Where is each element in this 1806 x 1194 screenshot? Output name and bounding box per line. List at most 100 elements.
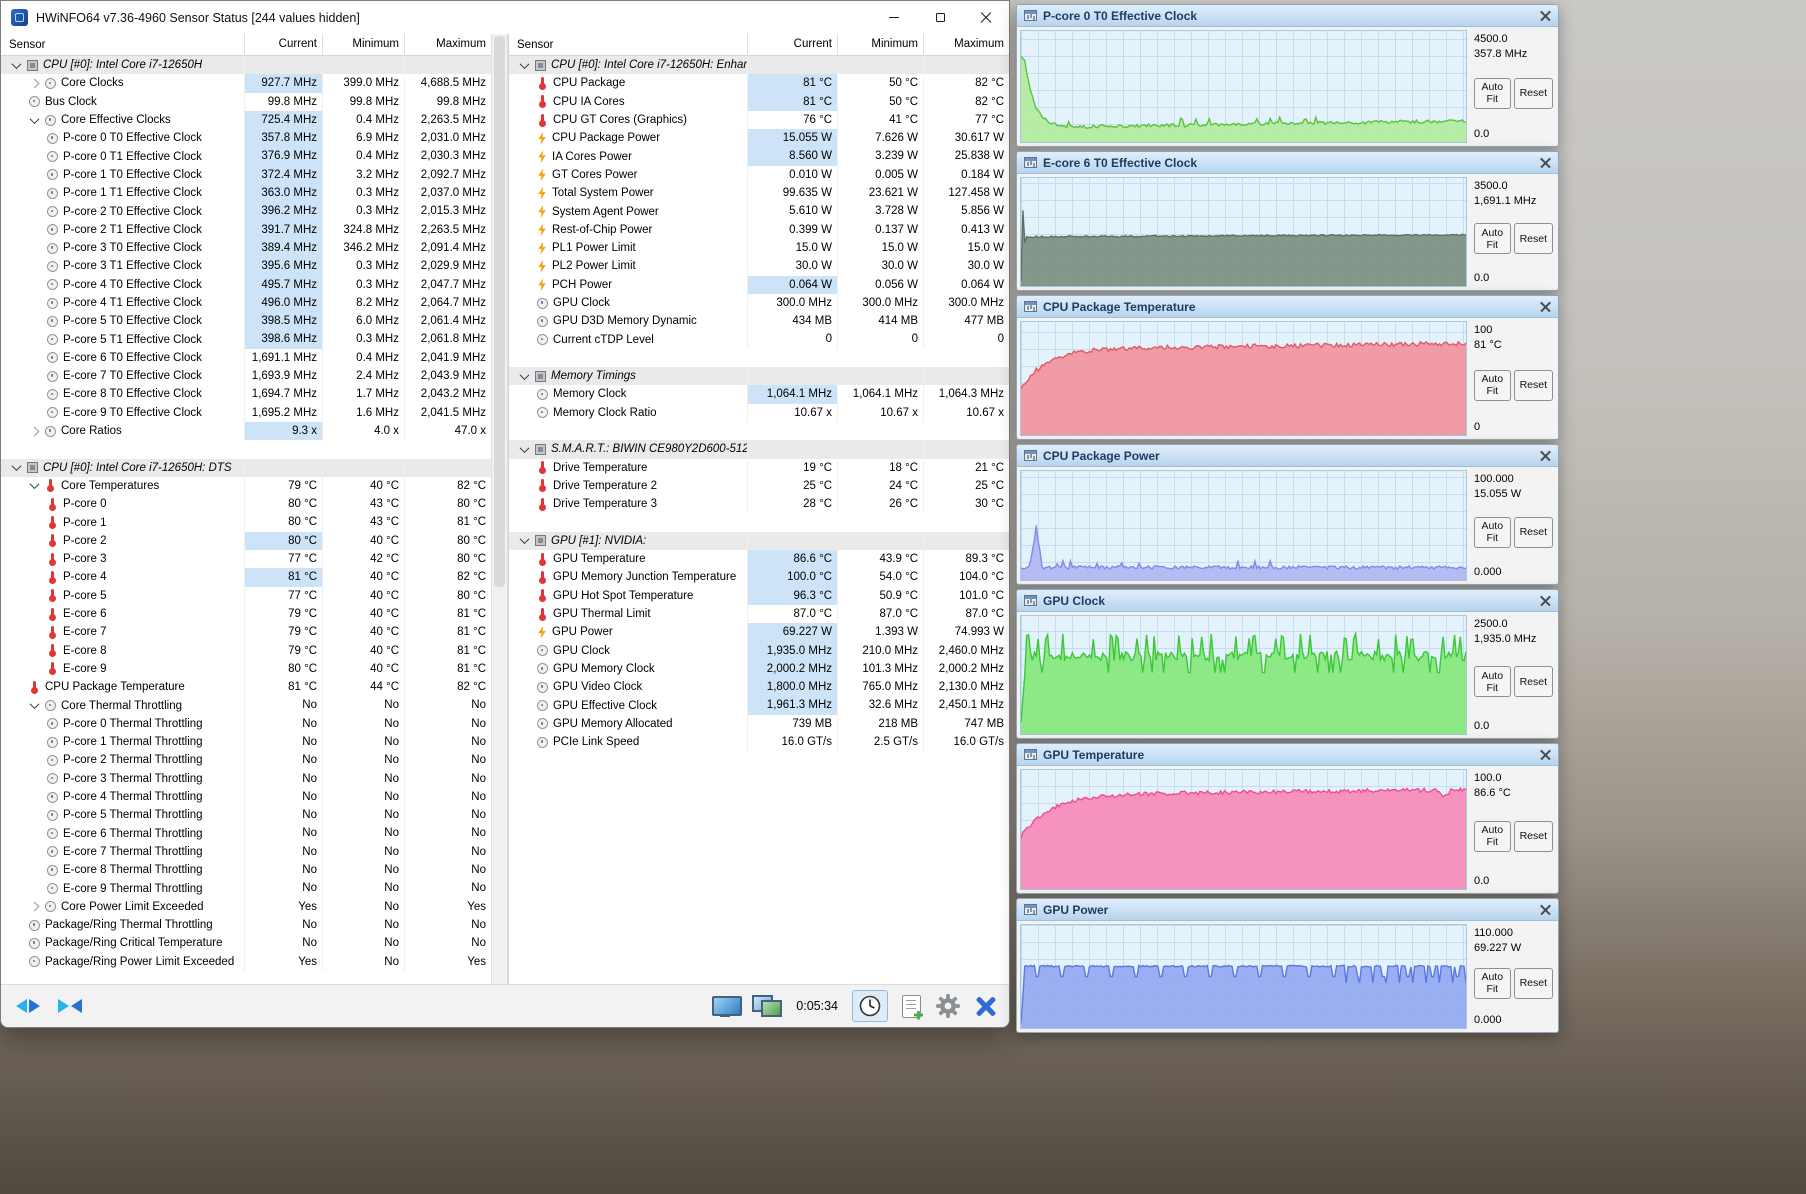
window-titlebar[interactable]: HWiNFO64 v7.36-4960 Sensor Status [244 v… [1, 1, 1009, 34]
chevron-right-icon[interactable] [30, 426, 40, 436]
sensor-row[interactable]: P-core 3 T1 Effective Clock395.6 MHz0.3 … [1, 257, 491, 275]
sensor-row[interactable]: GPU D3D Memory Dynamic434 MB414 MB477 MB [509, 312, 1009, 330]
reset-button[interactable]: Reset [1514, 666, 1553, 697]
sensor-row[interactable]: E-core 9 T0 Effective Clock1,695.2 MHz1.… [1, 404, 491, 422]
sensor-row[interactable]: PL1 Power Limit15.0 W15.0 W15.0 W [509, 239, 1009, 257]
sensor-group-row[interactable]: CPU [#0]: Intel Core i7-12650H: DTS [1, 459, 491, 477]
chevron-down-icon[interactable] [30, 114, 40, 124]
sensor-row[interactable]: Core Clocks927.7 MHz399.0 MHz4,688.5 MHz [1, 74, 491, 92]
chevron-down-icon[interactable] [520, 534, 530, 544]
sensor-row[interactable]: GPU Hot Spot Temperature96.3 °C50.9 °C10… [509, 587, 1009, 605]
header-minimum[interactable]: Minimum [837, 34, 923, 56]
sensor-row[interactable]: GPU Memory Junction Temperature100.0 °C5… [509, 568, 1009, 586]
reset-button[interactable]: Reset [1514, 821, 1553, 852]
sensor-row[interactable]: Drive Temperature 328 °C26 °C30 °C [509, 495, 1009, 513]
sensor-row[interactable]: P-core 377 °C42 °C80 °C [1, 550, 491, 568]
sensor-row[interactable]: P-core 0 Thermal ThrottlingNoNoNo [1, 715, 491, 733]
header-sensor[interactable]: Sensor [509, 39, 747, 51]
sensor-row[interactable]: P-core 1 Thermal ThrottlingNoNoNo [1, 733, 491, 751]
sensor-row[interactable]: E-core 7 T0 Effective Clock1,693.9 MHz2.… [1, 367, 491, 385]
reset-button[interactable]: Reset [1514, 370, 1553, 401]
sensor-row[interactable]: Memory Clock1,064.1 MHz1,064.1 MHz1,064.… [509, 385, 1009, 403]
panel-close-icon[interactable] [1540, 595, 1551, 606]
graph-panel-titlebar[interactable]: GPU Temperature [1017, 744, 1558, 766]
sensor-row[interactable]: P-core 5 Thermal ThrottlingNoNoNo [1, 806, 491, 824]
sensor-row[interactable]: GPU Clock1,935.0 MHz210.0 MHz2,460.0 MHz [509, 642, 1009, 660]
chevron-down-icon[interactable] [520, 443, 530, 453]
sensor-row[interactable]: E-core 980 °C40 °C81 °C [1, 660, 491, 678]
settings-gear-button[interactable] [935, 993, 961, 1019]
reset-button[interactable]: Reset [1514, 78, 1553, 109]
sensor-row[interactable]: P-core 577 °C40 °C80 °C [1, 587, 491, 605]
header-minimum[interactable]: Minimum [322, 34, 404, 56]
close-button[interactable] [963, 1, 1009, 34]
auto-fit-button[interactable]: Auto Fit [1474, 78, 1511, 109]
sensor-row[interactable]: GPU Thermal Limit87.0 °C87.0 °C87.0 °C [509, 605, 1009, 623]
panel-close-icon[interactable] [1540, 301, 1551, 312]
sensor-row[interactable]: Package/Ring Critical TemperatureNoNoNo [1, 934, 491, 952]
sensor-row[interactable]: P-core 2 T0 Effective Clock396.2 MHz0.3 … [1, 202, 491, 220]
auto-fit-button[interactable]: Auto Fit [1474, 821, 1511, 852]
sensor-row[interactable]: Drive Temperature 225 °C24 °C25 °C [509, 477, 1009, 495]
sensor-row[interactable]: P-core 1 T1 Effective Clock363.0 MHz0.3 … [1, 184, 491, 202]
sensor-row[interactable]: P-core 180 °C43 °C81 °C [1, 513, 491, 531]
chevron-right-icon[interactable] [30, 78, 40, 88]
sensor-row[interactable]: IA Cores Power8.560 W3.239 W25.838 W [509, 147, 1009, 165]
sensor-row[interactable]: GT Cores Power0.010 W0.005 W0.184 W [509, 166, 1009, 184]
sensor-row[interactable]: System Agent Power5.610 W3.728 W5.856 W [509, 202, 1009, 220]
graph-panel-titlebar[interactable]: CPU Package Power [1017, 445, 1558, 467]
sensor-row[interactable]: Total System Power99.635 W23.621 W127.45… [509, 184, 1009, 202]
chevron-right-icon[interactable] [30, 902, 40, 912]
sensor-row[interactable]: E-core 8 Thermal ThrottlingNoNoNo [1, 861, 491, 879]
sensor-row[interactable]: E-core 879 °C40 °C81 °C [1, 642, 491, 660]
chevron-down-icon[interactable] [12, 461, 22, 471]
minimize-button[interactable] [871, 1, 917, 34]
sensor-row[interactable]: GPU Video Clock1,800.0 MHz765.0 MHz2,130… [509, 678, 1009, 696]
scrollbar[interactable] [491, 34, 508, 984]
sensor-row[interactable]: E-core 779 °C40 °C81 °C [1, 623, 491, 641]
graph-panel-titlebar[interactable]: CPU Package Temperature [1017, 296, 1558, 318]
sensor-row[interactable]: GPU Temperature86.6 °C43.9 °C89.3 °C [509, 550, 1009, 568]
sensor-row[interactable]: Drive Temperature19 °C18 °C21 °C [509, 459, 1009, 477]
sensor-row[interactable]: P-core 481 °C40 °C82 °C [1, 568, 491, 586]
reset-button[interactable]: Reset [1514, 223, 1553, 254]
sensor-row[interactable]: Memory Clock Ratio10.67 x10.67 x10.67 x [509, 404, 1009, 422]
sensor-row[interactable]: P-core 2 T1 Effective Clock391.7 MHz324.… [1, 221, 491, 239]
sensor-row[interactable]: P-core 3 Thermal ThrottlingNoNoNo [1, 770, 491, 788]
panel-close-icon[interactable] [1540, 749, 1551, 760]
graph-panel-titlebar[interactable]: E-core 6 T0 Effective Clock [1017, 152, 1558, 174]
sensor-row[interactable]: E-core 6 T0 Effective Clock1,691.1 MHz0.… [1, 349, 491, 367]
sensor-row[interactable]: GPU Power69.227 W1.393 W74.993 W [509, 623, 1009, 641]
sensor-row[interactable]: CPU Package81 °C50 °C82 °C [509, 74, 1009, 92]
sensor-row[interactable]: E-core 7 Thermal ThrottlingNoNoNo [1, 843, 491, 861]
sensor-group-row[interactable]: S.M.A.R.T.: BIWIN CE980Y2D600-512G (... [509, 440, 1009, 458]
monitor-button[interactable] [712, 996, 738, 1017]
sensor-row[interactable]: CPU IA Cores81 °C50 °C82 °C [509, 93, 1009, 111]
sensor-row[interactable]: E-core 6 Thermal ThrottlingNoNoNo [1, 824, 491, 842]
sensor-row[interactable]: P-core 5 T1 Effective Clock398.6 MHz0.3 … [1, 330, 491, 348]
sensor-row[interactable]: E-core 8 T0 Effective Clock1,694.7 MHz1.… [1, 385, 491, 403]
sensor-row[interactable]: CPU Package Temperature81 °C44 °C82 °C [1, 678, 491, 696]
sensor-row[interactable]: PL2 Power Limit30.0 W30.0 W30.0 W [509, 257, 1009, 275]
sensor-row[interactable]: P-core 4 T0 Effective Clock495.7 MHz0.3 … [1, 276, 491, 294]
sensor-row[interactable]: E-core 679 °C40 °C81 °C [1, 605, 491, 623]
sensor-row[interactable]: P-core 4 Thermal ThrottlingNoNoNo [1, 788, 491, 806]
sensor-row[interactable]: Bus Clock99.8 MHz99.8 MHz99.8 MHz [1, 93, 491, 111]
arrows-inward-button[interactable] [49, 990, 91, 1022]
sensor-group-row[interactable]: GPU [#1]: NVIDIA: [509, 532, 1009, 550]
sensor-row[interactable]: CPU Package Power15.055 W7.626 W30.617 W [509, 129, 1009, 147]
chevron-down-icon[interactable] [30, 699, 40, 709]
sensor-row[interactable]: P-core 080 °C43 °C80 °C [1, 495, 491, 513]
sensor-row[interactable]: PCH Power0.064 W0.056 W0.064 W [509, 276, 1009, 294]
sensor-row[interactable]: P-core 3 T0 Effective Clock389.4 MHz346.… [1, 239, 491, 257]
arrows-outward-button[interactable] [7, 990, 49, 1022]
graph-panel-titlebar[interactable]: GPU Power [1017, 899, 1558, 921]
sensor-row[interactable]: P-core 1 T0 Effective Clock372.4 MHz3.2 … [1, 166, 491, 184]
sensor-row[interactable]: PCIe Link Speed16.0 GT/s2.5 GT/s16.0 GT/… [509, 733, 1009, 751]
sensor-row[interactable]: Core Ratios9.3 x4.0 x47.0 x [1, 422, 491, 440]
header-current[interactable]: Current [747, 34, 837, 56]
chevron-down-icon[interactable] [520, 59, 530, 69]
panel-close-icon[interactable] [1540, 157, 1551, 168]
sensor-row[interactable]: Current cTDP Level000 [509, 330, 1009, 348]
sensor-row[interactable]: P-core 2 Thermal ThrottlingNoNoNo [1, 751, 491, 769]
